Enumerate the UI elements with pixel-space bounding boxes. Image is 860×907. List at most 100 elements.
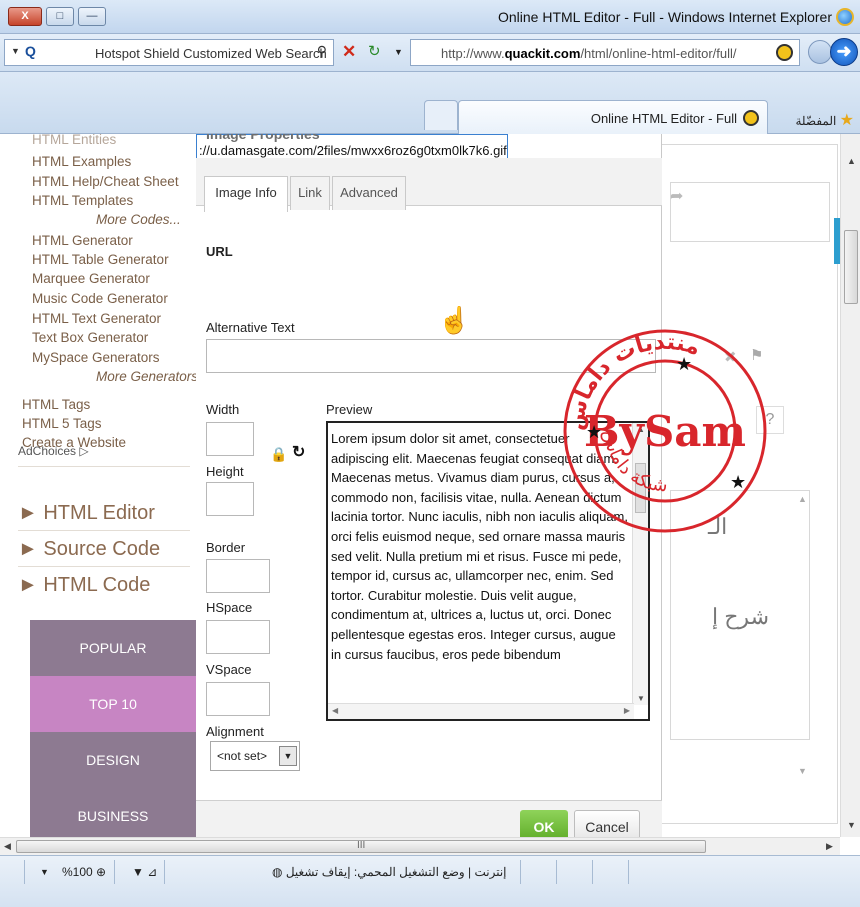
page-vertical-scrollbar[interactable]: ▲ ▼ — [840, 134, 860, 837]
border-input[interactable] — [206, 559, 270, 593]
forward-icon[interactable]: ➜ — [830, 38, 858, 66]
scroll-down-arrow[interactable]: ▼ — [798, 766, 807, 776]
adchoices-link[interactable]: AdChoices ▷ — [18, 444, 89, 458]
nav-link-marquee-generator[interactable]: Marquee Generator — [32, 271, 150, 286]
new-tab-button[interactable] — [424, 100, 458, 130]
scroll-thumb[interactable]: III — [16, 840, 706, 853]
link-source-code[interactable]: ► Source Code — [18, 538, 160, 561]
cancel-button[interactable]: Cancel — [574, 810, 640, 837]
link-html-editor[interactable]: ► HTML Editor — [18, 502, 155, 525]
scroll-down-arrow[interactable]: ▼ — [637, 694, 645, 703]
scroll-right-arrow[interactable]: ▶ — [624, 706, 630, 715]
reset-size-icon[interactable]: ↻ — [292, 442, 305, 462]
minimize-button[interactable]: — — [78, 7, 106, 26]
border-label: Border — [206, 540, 246, 555]
divider — [18, 466, 190, 467]
nav-link-partial[interactable]: HTML Entities — [32, 134, 116, 147]
search-box[interactable]: ▼ Q Hotspot Shield Customized Web Search… — [4, 39, 334, 66]
site-icon — [743, 110, 759, 126]
scroll-thumb[interactable] — [844, 230, 858, 304]
nav-link-text-generator[interactable]: HTML Text Generator — [32, 311, 161, 326]
address-bar: ▼ Q Hotspot Shield Customized Web Search… — [0, 34, 860, 72]
nav-link-table-generator[interactable]: HTML Table Generator — [32, 252, 169, 267]
height-input[interactable] — [206, 482, 254, 516]
width-input[interactable] — [206, 422, 254, 456]
vspace-input[interactable] — [206, 682, 270, 716]
globe-icon: ◍ — [272, 865, 283, 879]
site-icon[interactable] — [776, 44, 793, 61]
alignment-select[interactable]: <not set> ▼ — [210, 741, 300, 771]
category-design[interactable]: DESIGN — [30, 732, 196, 788]
window-title: Online HTML Editor - Full - Windows Inte… — [497, 9, 832, 25]
scroll-left-arrow[interactable]: ◀ — [332, 706, 338, 715]
alignment-label: Alignment — [206, 724, 264, 739]
category-business[interactable]: BUSINESS — [30, 788, 196, 837]
nav-link-more-codes[interactable]: More Codes... — [96, 212, 181, 227]
tab-advanced[interactable]: Advanced — [332, 176, 406, 210]
alt-text-label: Alternative Text — [206, 320, 295, 335]
page-content: HTML Entities HTML Examples HTML Help/Ch… — [0, 134, 860, 837]
back-icon[interactable] — [808, 40, 832, 64]
nav-link-html-help[interactable]: HTML Help/Cheat Sheet — [32, 174, 179, 189]
ie-logo-icon — [836, 8, 854, 26]
protected-mode-icon[interactable]: ▼ ⊿ — [132, 865, 157, 879]
favorites-label: المفضّلة — [795, 114, 837, 128]
category-top-10[interactable]: TOP 10 — [30, 676, 196, 732]
tab-online-html-editor[interactable]: Online HTML Editor - Full — [458, 100, 768, 134]
scroll-grip: III — [357, 840, 366, 851]
nav-link-myspace-generators[interactable]: MySpace Generators — [32, 350, 160, 365]
zoom-icon: ⊕ — [96, 865, 107, 879]
favorites-button[interactable]: ★ المفضّلة — [796, 110, 855, 130]
hand-cursor-icon: ☝ — [438, 305, 471, 335]
height-label: Height — [206, 464, 244, 479]
nav-link-html-examples[interactable]: HTML Examples — [32, 154, 131, 169]
scroll-left-arrow[interactable]: ◀ — [4, 841, 11, 852]
scroll-down-arrow[interactable]: ▼ — [847, 820, 856, 830]
nav-link-text-box-generator[interactable]: Text Box Generator — [32, 330, 148, 345]
tab-link[interactable]: Link — [290, 176, 330, 210]
scroll-right-arrow[interactable]: ▶ — [826, 841, 833, 852]
nav-link-html5-tags[interactable]: HTML 5 Tags — [22, 416, 102, 431]
dropdown-arrow-icon[interactable]: ▼ — [11, 46, 20, 56]
url-text[interactable]: http://www.quackit.com/html/online-html-… — [441, 46, 737, 61]
lock-icon[interactable]: 🔒 — [270, 446, 287, 463]
search-engine-icon[interactable]: Q — [25, 43, 36, 59]
nav-link-more-generators[interactable]: More Generators — [96, 369, 198, 384]
refresh-icon[interactable]: ↻ — [368, 42, 381, 60]
preview-hscrollbar[interactable]: ◀ ▶ — [328, 703, 634, 719]
stamp-main-text: BySam — [584, 407, 746, 456]
dropdown-arrow-icon[interactable]: ▼ — [279, 746, 297, 766]
url-field[interactable]: http://www.quackit.com/html/online-html-… — [410, 39, 800, 66]
link-html-code[interactable]: ► HTML Code — [18, 574, 150, 597]
dialog-title: Image Properties — [206, 134, 320, 142]
category-popular[interactable]: POPULAR — [30, 620, 196, 676]
close-button[interactable]: X — [8, 7, 42, 26]
nav-link-music-code-generator[interactable]: Music Code Generator — [32, 291, 168, 306]
nav-link-html-tags[interactable]: HTML Tags — [22, 397, 90, 412]
divider — [520, 860, 521, 884]
zoom-level[interactable]: %100 ⊕ — [62, 865, 106, 879]
url-label: URL — [206, 244, 233, 259]
editor-arabic-text: شرح إ — [712, 604, 769, 629]
nav-link-html-templates[interactable]: HTML Templates — [32, 193, 133, 208]
tab-bar: Online HTML Editor - Full ★ المفضّلة — [0, 72, 860, 134]
scroll-up-arrow[interactable]: ▲ — [798, 494, 807, 504]
divider — [164, 860, 165, 884]
search-icon[interactable]: ⚲ — [317, 43, 327, 60]
maximize-button[interactable]: □ — [46, 7, 74, 26]
page-horizontal-scrollbar[interactable]: ◀ III ▶ — [0, 837, 840, 855]
vspace-label: VSpace — [206, 662, 252, 677]
stop-icon[interactable]: ✕ — [342, 42, 356, 62]
hspace-input[interactable] — [206, 620, 270, 654]
search-placeholder[interactable]: Hotspot Shield Customized Web Search — [95, 46, 327, 61]
dropdown-arrow-icon[interactable]: ▼ — [40, 867, 49, 877]
dropdown-arrow-icon[interactable]: ▼ — [394, 47, 403, 57]
ok-button[interactable]: OK — [520, 810, 568, 837]
redo-icon[interactable]: ➦ — [670, 186, 683, 206]
tab-image-info[interactable]: Image Info — [204, 176, 288, 212]
divider — [592, 860, 593, 884]
status-bar: ▼ %100 ⊕ ▼ ⊿ ◍ إنترنت | وضع التشغيل المح… — [0, 855, 860, 907]
nav-link-html-generator[interactable]: HTML Generator — [32, 233, 133, 248]
scroll-up-arrow[interactable]: ▲ — [847, 156, 856, 166]
tab-label: Online HTML Editor - Full — [590, 111, 737, 126]
